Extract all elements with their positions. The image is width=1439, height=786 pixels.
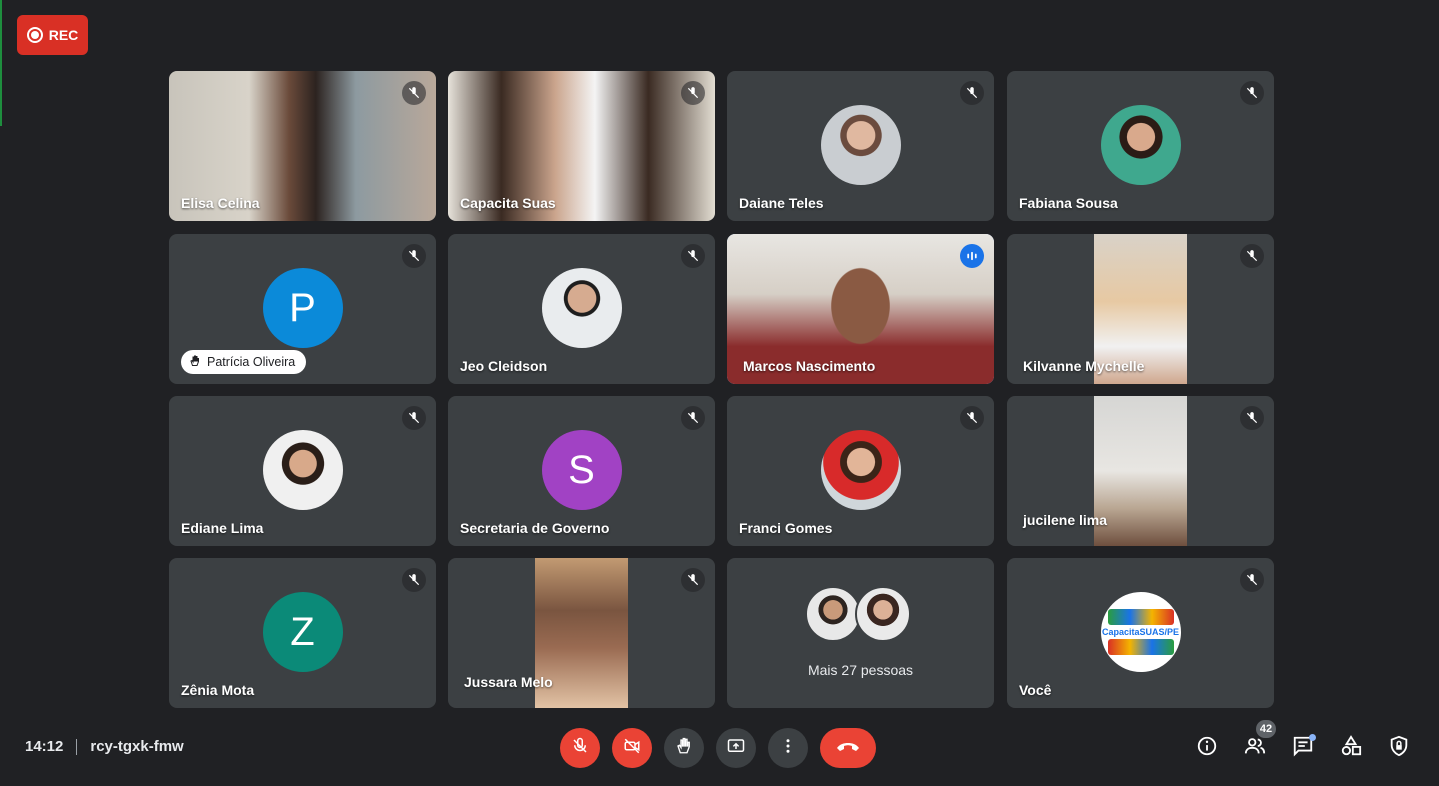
participant-tile[interactable]: Fabiana Sousa	[1007, 71, 1274, 221]
toggle-camera-button[interactable]	[612, 728, 652, 768]
toggle-mic-button[interactable]	[560, 728, 600, 768]
host-controls-button[interactable]	[1386, 735, 1412, 761]
participant-name: Capacita Suas	[460, 195, 556, 211]
participant-tile-self[interactable]: CapacitaSUAS/PE Você	[1007, 558, 1274, 708]
activities-icon	[1340, 734, 1362, 762]
avatar-letter: S	[541, 430, 622, 510]
avatar	[262, 430, 343, 510]
mic-off-icon	[571, 737, 589, 760]
info-icon	[1196, 735, 1218, 762]
participant-tile[interactable]: Capacita Suas	[448, 71, 715, 221]
mic-off-icon	[681, 81, 705, 105]
activities-button[interactable]	[1338, 734, 1364, 762]
participant-name: Você	[1019, 682, 1052, 698]
mic-off-icon	[1240, 406, 1264, 430]
avatar	[1100, 105, 1181, 185]
mic-off-icon	[1240, 568, 1264, 592]
accent-line	[0, 0, 2, 126]
participant-name: Marcos Nascimento	[743, 358, 876, 374]
participant-name: Patrícia Oliveira	[207, 355, 296, 369]
participant-tile-speaking[interactable]: Marcos Nascimento	[727, 234, 994, 384]
participant-tile[interactable]: Ediane Lima	[169, 396, 436, 546]
speaking-indicator-icon	[960, 244, 984, 268]
participant-name: jucilene lima	[1023, 512, 1108, 528]
mic-off-icon	[681, 244, 705, 268]
logo-text: CapacitaSUAS/PE	[1101, 627, 1180, 637]
raise-hand-icon	[675, 737, 693, 760]
participant-tile[interactable]: S Secretaria de Governo	[448, 396, 715, 546]
overflow-avatars	[804, 586, 911, 642]
avatar	[541, 268, 622, 348]
participant-tile[interactable]: Kilvanne Mychelle	[1007, 234, 1274, 384]
present-screen-button[interactable]	[716, 728, 756, 768]
mic-off-icon	[960, 81, 984, 105]
raise-hand-icon	[189, 355, 201, 370]
more-options-icon	[779, 737, 797, 760]
participant-name: Fabiana Sousa	[1019, 195, 1118, 211]
logo-flags	[1107, 639, 1174, 655]
capacita-suas-logo: CapacitaSUAS/PE	[1100, 592, 1181, 672]
avatar	[804, 586, 861, 642]
participant-tile[interactable]: Jussara Melo	[448, 558, 715, 708]
shield-lock-icon	[1388, 735, 1410, 762]
mic-off-icon	[402, 81, 426, 105]
record-icon	[26, 27, 43, 43]
participant-name: Elisa Celina	[181, 195, 260, 211]
present-screen-icon	[726, 737, 746, 760]
meeting-time: 14:12	[25, 738, 64, 755]
meeting-info-button[interactable]	[1194, 735, 1220, 761]
people-icon	[1243, 735, 1267, 762]
participant-name: Jussara Melo	[464, 674, 553, 690]
participant-name: Secretaria de Governo	[460, 520, 610, 536]
mic-off-icon	[402, 244, 426, 268]
chat-unread-dot	[1309, 734, 1316, 741]
recording-label: REC	[48, 27, 79, 43]
people-button[interactable]	[1242, 735, 1268, 761]
raised-hand-chip: Patrícia Oliveira	[181, 350, 307, 374]
divider	[76, 738, 78, 755]
recording-badge: REC	[17, 15, 88, 55]
participant-name: Jeo Cleidson	[460, 358, 548, 374]
logo-flags	[1107, 609, 1174, 625]
meeting-details: 14:12 rcy-tgxk-fmw	[25, 738, 184, 755]
mic-off-icon	[402, 406, 426, 430]
participant-tile[interactable]: Elisa Celina	[169, 71, 436, 221]
mic-off-icon	[1240, 244, 1264, 268]
meeting-code[interactable]: rcy-tgxk-fmw	[90, 738, 183, 755]
camera-off-icon	[623, 737, 641, 760]
leave-call-icon	[835, 739, 861, 758]
overflow-participants-tile[interactable]: Mais 27 pessoas	[727, 558, 994, 708]
overflow-label: Mais 27 pessoas	[807, 662, 914, 678]
participant-tile[interactable]: P Patrícia Oliveira	[169, 234, 436, 384]
participant-name: Kilvanne Mychelle	[1023, 358, 1145, 374]
mic-off-icon	[681, 406, 705, 430]
participant-tile[interactable]: jucilene lima	[1007, 396, 1274, 546]
avatar-letter: P	[262, 268, 343, 348]
participant-tile[interactable]: Franci Gomes	[727, 396, 994, 546]
participant-tile[interactable]: Daiane Teles	[727, 71, 994, 221]
avatar-letter: Z	[262, 592, 343, 672]
mic-off-icon	[681, 568, 705, 592]
video-feed	[1094, 396, 1187, 546]
mic-off-icon	[402, 568, 426, 592]
mic-off-icon	[960, 406, 984, 430]
avatar	[854, 586, 911, 642]
mic-off-icon	[1240, 81, 1264, 105]
raise-hand-button[interactable]	[664, 728, 704, 768]
leave-call-button[interactable]	[820, 728, 876, 768]
participant-tile[interactable]: Jeo Cleidson	[448, 234, 715, 384]
participant-name: Daiane Teles	[739, 195, 824, 211]
people-count-badge: 42	[1256, 720, 1276, 738]
participant-tile[interactable]: Z Zênia Mota	[169, 558, 436, 708]
participant-name: Zênia Mota	[181, 682, 255, 698]
more-options-button[interactable]	[768, 728, 808, 768]
avatar	[820, 105, 901, 185]
participant-name: Franci Gomes	[739, 520, 833, 536]
avatar	[820, 430, 901, 510]
participant-name: Ediane Lima	[181, 520, 264, 536]
